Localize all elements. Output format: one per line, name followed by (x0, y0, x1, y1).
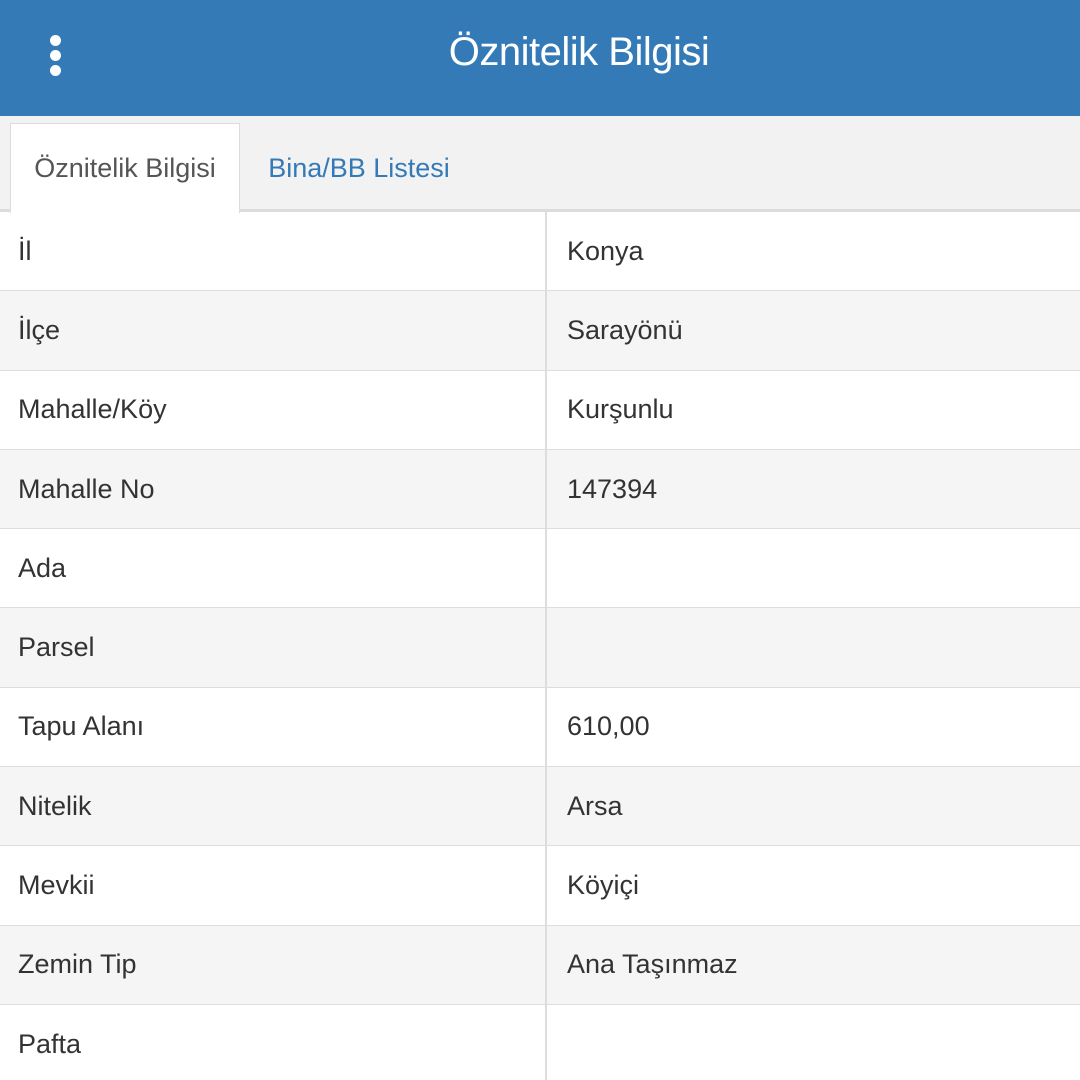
attribute-key: Pafta (0, 1004, 547, 1080)
table-row: Zemin Tip Ana Taşınmaz (0, 925, 1080, 1005)
attribute-value (547, 608, 1080, 686)
attribute-key: Nitelik (0, 767, 547, 846)
table-row: Tapu Alanı 610,00 (0, 687, 1080, 768)
attribute-value: Konya (567, 235, 644, 266)
table-row: Mahalle No 147394 (0, 449, 1080, 530)
vertical-ellipsis-icon[interactable] (30, 30, 80, 80)
attribute-key: Mahalle No (0, 449, 547, 529)
attribute-value (547, 1005, 1080, 1080)
attribute-value: 147394 (567, 473, 658, 504)
menu-dot (49, 34, 61, 46)
table-row: Ada (0, 529, 1080, 609)
app-window: Öznitelik Bilgisi Öznitelik Bilgisi Bina… (0, 0, 1080, 1080)
attribute-key: Tapu Alanı (0, 687, 547, 767)
attribute-value: 610,00 (567, 711, 650, 742)
attribute-value: Köyiçi (567, 870, 640, 901)
table-row: Mahalle/Köy Kurşunlu (0, 370, 1080, 450)
attribute-key: Parsel (0, 608, 547, 687)
tab-bar: Öznitelik Bilgisi Bina/BB Listesi (0, 116, 1080, 213)
header-bar: Öznitelik Bilgisi (0, 0, 1080, 116)
tab-attribute-info[interactable]: Öznitelik Bilgisi (10, 123, 240, 213)
attribute-value: Sarayönü (567, 314, 683, 345)
attribute-key: Zemin Tip (0, 925, 547, 1004)
menu-dot (49, 49, 61, 61)
attribute-key: İlçe (0, 291, 547, 370)
attribute-key: İl (0, 212, 547, 291)
table-row: Pafta (0, 1004, 1080, 1080)
tab-building-list[interactable]: Bina/BB Listesi (250, 123, 468, 213)
table-row: Mevkii Köyiçi (0, 846, 1080, 926)
table-row: İl Konya (0, 212, 1080, 292)
attribute-value: Arsa (567, 790, 623, 821)
table-row: Parsel (0, 608, 1080, 688)
attribute-key: Mevkii (0, 846, 547, 925)
table-row: Nitelik Arsa (0, 767, 1080, 847)
attribute-value: Kurşunlu (567, 394, 674, 425)
page-title: Öznitelik Bilgisi (448, 30, 710, 74)
attribute-key: Mahalle/Köy (0, 370, 547, 449)
attribute-value: Ana Taşınmaz (567, 949, 738, 980)
menu-dot (49, 64, 61, 76)
table-row: İlçe Sarayönü (0, 291, 1080, 371)
attribute-table: İl Konya İlçe Sarayönü Mahalle/Köy Kurşu… (0, 212, 1080, 1080)
attribute-key: Ada (0, 529, 547, 608)
attribute-value (547, 529, 1080, 607)
